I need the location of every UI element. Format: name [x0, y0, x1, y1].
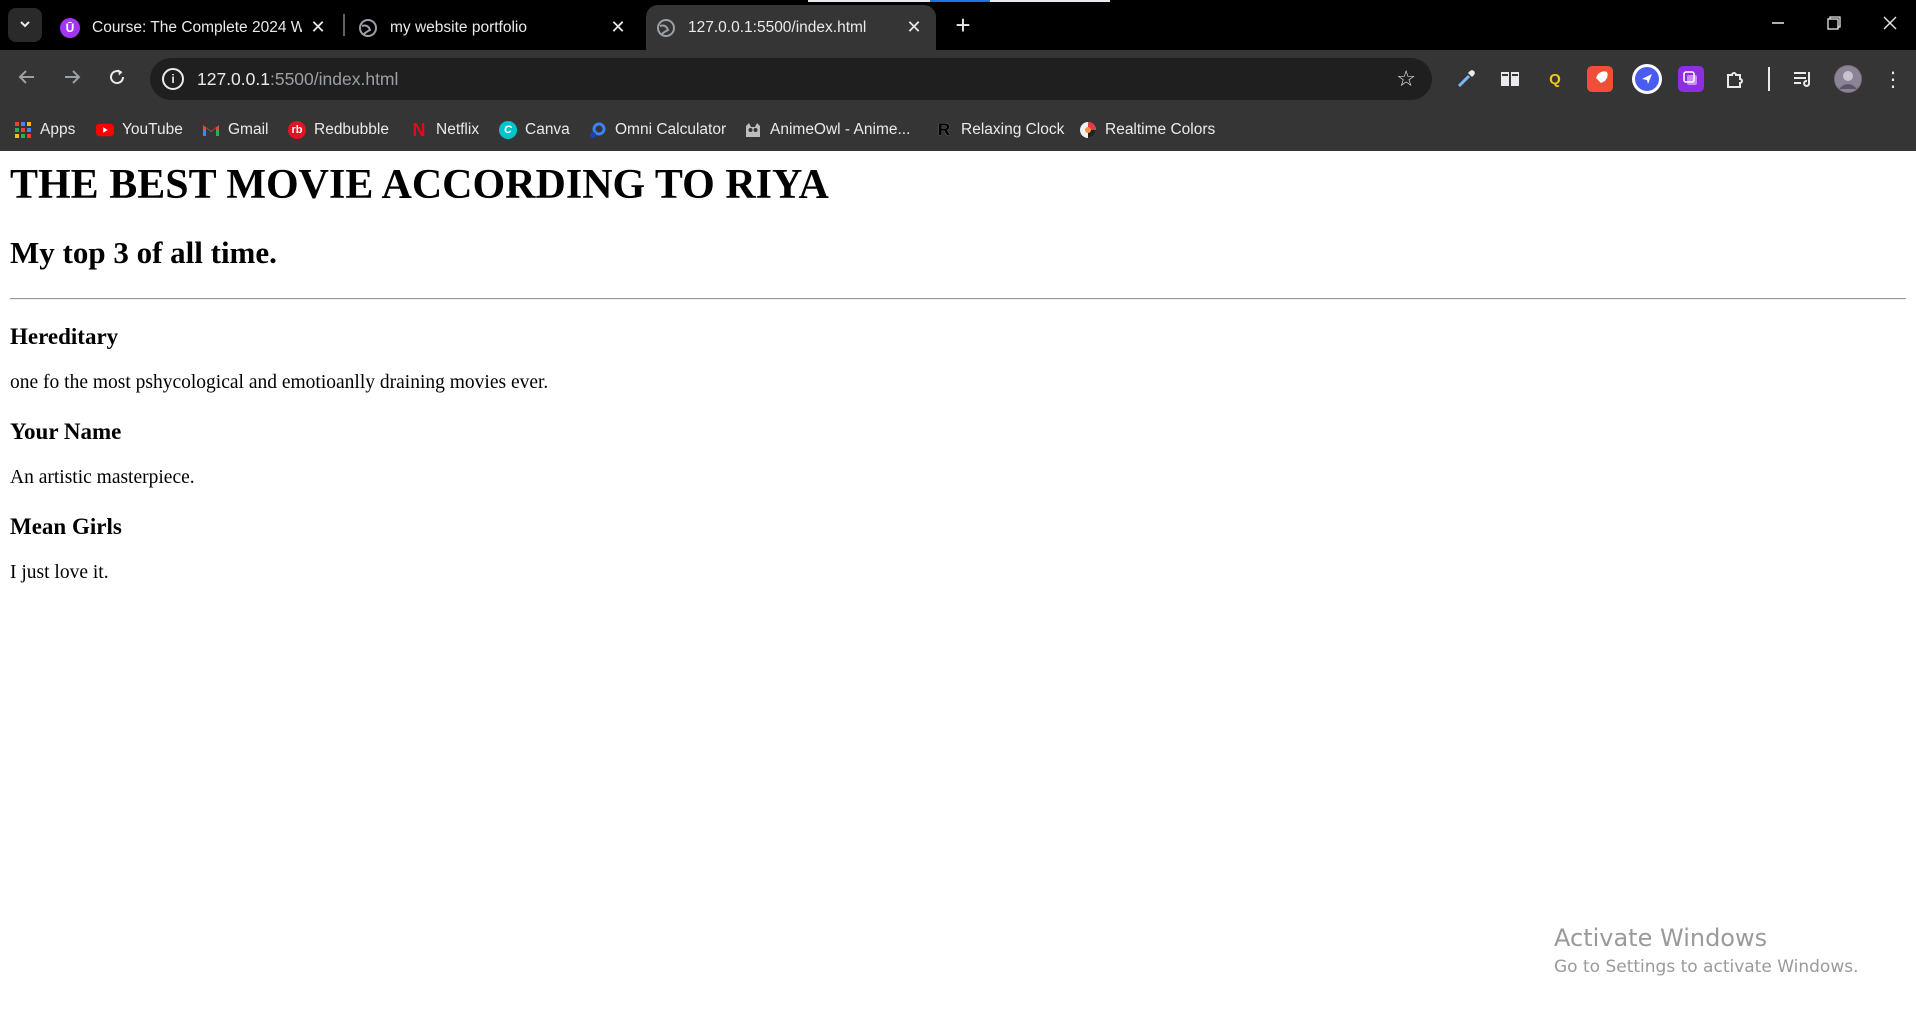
tab-title: my website portfolio	[390, 18, 527, 36]
movie-title: Hereditary	[10, 323, 119, 349]
bookmarks-bar: Apps YouTube Gmail rb Redbubble N Netfli…	[0, 109, 1916, 151]
page-subtitle: My top 3 of all time.	[10, 235, 277, 271]
page-content: THE BEST MOVIE ACCORDING TO RIYA My top …	[0, 151, 1916, 1023]
copy-extension-icon[interactable]	[1678, 66, 1704, 92]
relaxing-clock-icon: R	[937, 120, 951, 139]
bookmark-gmail[interactable]: Gmail	[202, 116, 268, 144]
tab-course[interactable]: Ū Course: The Complete 2024 We ✕	[52, 5, 340, 50]
redbubble-icon: rb	[288, 121, 306, 139]
reading-mode-extension-icon[interactable]	[1497, 66, 1523, 92]
animeowl-icon	[744, 121, 762, 139]
plus-icon: +	[955, 9, 971, 40]
tab-portfolio[interactable]: my website portfolio ✕	[350, 5, 640, 50]
bookmark-label: Redbubble	[314, 121, 389, 138]
reload-button[interactable]	[100, 62, 134, 96]
translate-extension-icon[interactable]: Q	[1542, 66, 1568, 92]
eyedropper-extension-icon[interactable]	[1453, 66, 1479, 92]
url-path: :5500/index.html	[269, 69, 399, 89]
globe-icon	[358, 18, 378, 38]
movie-entry: Mean Girls I just love it.	[10, 514, 1906, 585]
gmail-icon	[202, 121, 220, 139]
bookmark-label: YouTube	[122, 121, 183, 138]
movie-entry: Your Name An artistic masterpiece.	[10, 419, 1906, 490]
bookmark-star-icon[interactable]: ☆	[1396, 66, 1416, 92]
extensions-puzzle-icon[interactable]	[1722, 66, 1748, 92]
activate-windows-watermark: Activate Windows Go to Settings to activ…	[1554, 924, 1859, 977]
restore-icon	[1827, 15, 1841, 35]
omni-calculator-icon	[589, 121, 607, 139]
forward-button[interactable]	[55, 62, 89, 96]
page-title: THE BEST MOVIE ACCORDING TO RIYA	[10, 162, 829, 208]
bookmark-relaxing-clock[interactable]: R Relaxing Clock	[935, 116, 1065, 144]
bookmark-label: Realtime Colors	[1105, 121, 1216, 138]
close-tab-icon[interactable]: ✕	[308, 17, 328, 37]
more-menu-icon[interactable]: ⋮	[1880, 66, 1906, 92]
tab-strip-accent-blue	[930, 0, 990, 2]
toolbar-divider	[1768, 67, 1770, 91]
close-window-button[interactable]	[1862, 0, 1916, 50]
profile-avatar[interactable]	[1834, 65, 1862, 93]
bookmark-animeowl[interactable]: AnimeOwl - Anime...	[744, 116, 910, 144]
tab-title: 127.0.0.1:5500/index.html	[688, 18, 867, 36]
send-extension-icon[interactable]	[1632, 64, 1662, 94]
tab-index-active[interactable]: 127.0.0.1:5500/index.html ✕	[646, 5, 936, 50]
reload-icon	[108, 66, 126, 92]
close-tab-icon[interactable]: ✕	[904, 17, 924, 37]
tab-title: Course: The Complete 2024 We	[92, 18, 302, 36]
arrow-left-icon	[18, 66, 36, 92]
tab-separator	[343, 14, 345, 36]
arrow-right-icon	[63, 66, 81, 92]
divider	[10, 297, 1906, 300]
canva-icon: C	[499, 121, 517, 139]
watermark-title: Activate Windows	[1554, 924, 1768, 952]
movie-title: Your Name	[10, 418, 122, 444]
movie-title: Mean Girls	[10, 513, 122, 539]
back-button[interactable]	[10, 62, 44, 96]
tab-search-button[interactable]	[8, 8, 42, 42]
globe-icon	[656, 18, 676, 38]
bookmark-label: Apps	[40, 121, 76, 138]
bookmark-label: Canva	[525, 121, 570, 138]
movie-description: one fo the most pshycological and emotio…	[10, 372, 549, 394]
realtime-colors-icon	[1079, 121, 1097, 139]
netflix-icon: N	[412, 119, 426, 140]
bookmark-label: Relaxing Clock	[961, 121, 1065, 138]
movie-description: I just love it.	[10, 562, 109, 584]
apps-grid-icon	[14, 121, 32, 139]
tab-strip: Ū Course: The Complete 2024 We ✕ my webs…	[0, 0, 1916, 50]
bookmark-label: Gmail	[228, 121, 269, 138]
minimize-icon	[1771, 16, 1785, 35]
chevron-down-icon	[18, 17, 32, 34]
close-tab-icon[interactable]: ✕	[608, 17, 628, 37]
media-controls-icon[interactable]	[1790, 66, 1816, 92]
bookmark-label: AnimeOwl - Anime...	[770, 121, 911, 138]
bookmark-label: Omni Calculator	[615, 121, 727, 138]
restore-button[interactable]	[1806, 0, 1862, 50]
youtube-icon	[96, 121, 114, 139]
site-info-icon[interactable]: i	[162, 68, 184, 90]
minimize-button[interactable]	[1750, 0, 1806, 50]
new-tab-button[interactable]: +	[948, 10, 978, 40]
address-bar-url[interactable]: 127.0.0.1:5500/index.html	[197, 69, 398, 90]
watermark-subtitle: Go to Settings to activate Windows.	[1554, 956, 1859, 977]
bookmark-canva[interactable]: C Canva	[499, 116, 570, 144]
bookmark-realtime-colors[interactable]: Realtime Colors	[1079, 116, 1215, 144]
movie-description: An artistic masterpiece.	[10, 467, 195, 489]
bookmark-youtube[interactable]: YouTube	[96, 116, 183, 144]
browser-toolbar: i 127.0.0.1:5500/index.html ☆ Q ⋮	[0, 50, 1916, 109]
bookmark-apps[interactable]: Apps	[14, 116, 75, 144]
address-bar[interactable]: i 127.0.0.1:5500/index.html ☆	[150, 58, 1432, 100]
rocket-extension-icon[interactable]	[1587, 66, 1613, 92]
url-host: 127.0.0.1	[197, 69, 270, 89]
bookmark-redbubble[interactable]: rb Redbubble	[288, 116, 389, 144]
bookmark-label: Netflix	[436, 121, 480, 138]
close-icon	[1883, 16, 1897, 35]
bookmark-netflix[interactable]: N Netflix	[410, 116, 480, 144]
bookmark-omni-calculator[interactable]: Omni Calculator	[589, 116, 726, 144]
udemy-icon: Ū	[60, 17, 80, 38]
movie-entry: Hereditary one fo the most pshycological…	[10, 324, 1906, 395]
